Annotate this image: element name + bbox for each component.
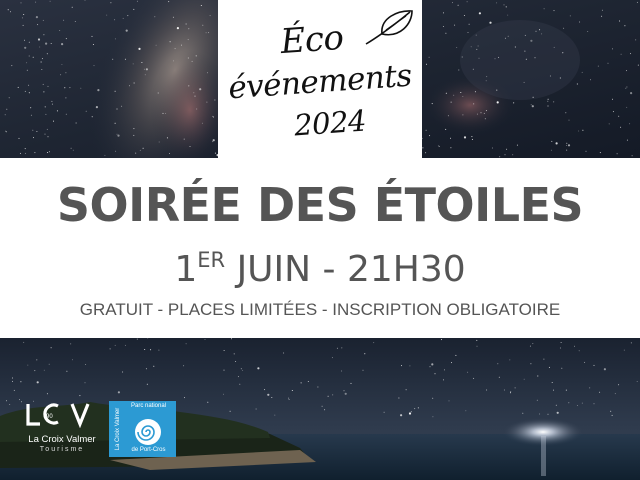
lcv-name: La Croix Valmer <box>28 434 96 445</box>
lcv-tourism-logo: 90 La Croix Valmer Tourisme <box>24 402 100 458</box>
lcv-monogram-icon: 90 <box>26 403 90 428</box>
eco-evenements-logo: Éco événements 2024 <box>218 0 422 158</box>
event-date-superscript: ER <box>197 248 226 272</box>
parc-bottom-label: de Port-Cros <box>131 447 166 453</box>
event-date: 1ER JUIN - 21H30 <box>0 250 640 288</box>
lcv-year: 90 <box>46 414 53 420</box>
parc-national-port-cros-logo: La Croix Valmer Parc national de Port-Cr… <box>109 401 176 457</box>
event-date-day: 1 <box>174 249 198 290</box>
event-title: SOIRÉE DES ÉTOILES <box>56 178 584 232</box>
spiral-icon <box>135 419 161 445</box>
logo-line-year: 2024 <box>292 103 368 143</box>
event-info: GRATUIT - PLACES LIMITÉES - INSCRIPTION … <box>79 300 561 319</box>
parc-top-label: Parc national <box>130 403 167 409</box>
event-date-time: JUIN - 21H30 <box>225 249 466 290</box>
lcv-subtitle: Tourisme <box>39 446 85 453</box>
